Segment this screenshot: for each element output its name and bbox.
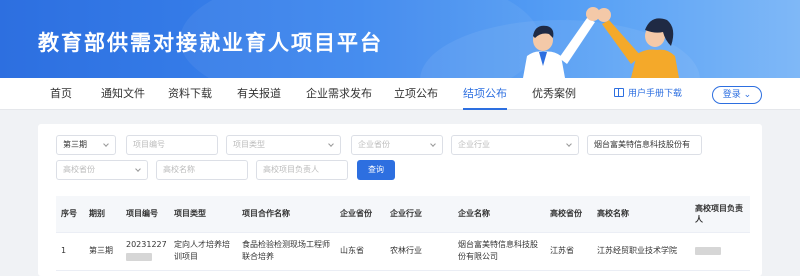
- chevron-down-icon: [566, 141, 572, 147]
- cell-company-name: 烟台富美特信息科技股份有限公司: [453, 232, 545, 271]
- results-table: 序号 期别 项目编号 项目类型 项目合作名称 企业省份 企业行业 企业名称 高校…: [56, 196, 750, 271]
- cell-index: 1: [56, 232, 84, 271]
- column-header: 企业行业: [385, 196, 453, 233]
- project-number-text: 20231227: [126, 240, 167, 249]
- login-button[interactable]: 登录 ⌄: [712, 86, 762, 104]
- company-province-select[interactable]: 企业省份: [351, 135, 443, 155]
- high-five-illustration: [523, 7, 679, 78]
- nav-enterprise-demand[interactable]: 企业需求发布: [306, 78, 372, 110]
- manual-download-link[interactable]: 用户手册下载: [614, 78, 682, 110]
- cell-period: 第三期: [84, 232, 121, 271]
- school-province-select[interactable]: 高校省份: [56, 160, 148, 180]
- school-name-input[interactable]: 高校名称: [156, 160, 248, 180]
- school-name-placeholder: 高校名称: [163, 165, 195, 174]
- nav-approval-announcement[interactable]: 立项公布: [394, 78, 438, 110]
- table-header-row: 序号 期别 项目编号 项目类型 项目合作名称 企业省份 企业行业 企业名称 高校…: [56, 196, 750, 233]
- column-header: 企业名称: [453, 196, 545, 233]
- main-navigation: 首页 通知文件 资料下载 有关报道 企业需求发布 立项公布 结项公布 优秀案例 …: [0, 78, 800, 110]
- column-header: 项目编号: [121, 196, 169, 233]
- company-industry-placeholder: 企业行业: [458, 140, 490, 149]
- project-type-placeholder: 项目类型: [233, 140, 265, 149]
- cell-company-province: 山东省: [335, 232, 385, 271]
- manual-download-label: 用户手册下载: [628, 89, 683, 99]
- redacted-text: [695, 246, 721, 255]
- column-header: 期别: [84, 196, 121, 233]
- column-header: 序号: [56, 196, 84, 233]
- nav-downloads[interactable]: 资料下载: [168, 78, 212, 110]
- cell-company-industry: 农林行业: [385, 232, 453, 271]
- company-name-value: 烟台富美特信息科技股份有: [594, 140, 690, 149]
- period-select[interactable]: 第三期: [56, 135, 116, 155]
- project-number-input[interactable]: 项目编号: [126, 135, 218, 155]
- school-owner-placeholder: 高校项目负责人: [263, 165, 319, 174]
- company-industry-select[interactable]: 企业行业: [451, 135, 579, 155]
- cell-project-name: 食品检验检测现场工程师联合培养: [237, 232, 335, 271]
- query-button[interactable]: 查询: [357, 160, 395, 180]
- cell-school-owner: [690, 232, 750, 271]
- nav-home[interactable]: 首页: [50, 78, 72, 110]
- column-header: 高校项目负责人: [690, 196, 750, 233]
- nav-reports[interactable]: 有关报道: [237, 78, 281, 110]
- header-banner: 教育部供需对接就业育人项目平台: [0, 0, 800, 78]
- chevron-down-icon: [103, 141, 109, 147]
- chevron-down-icon: [328, 141, 334, 147]
- column-header: 项目类型: [169, 196, 237, 233]
- chevron-down-icon: [430, 141, 436, 147]
- column-header: 项目合作名称: [237, 196, 335, 233]
- period-value: 第三期: [63, 140, 87, 149]
- redacted-text: [126, 252, 152, 261]
- chevron-down-icon: [135, 166, 141, 172]
- login-label: 登录: [722, 90, 741, 100]
- book-icon: [614, 88, 624, 97]
- page-title: 教育部供需对接就业育人项目平台: [38, 31, 383, 55]
- school-owner-input[interactable]: 高校项目负责人: [256, 160, 348, 180]
- nav-completion-announcement[interactable]: 结项公布: [463, 78, 507, 110]
- company-name-input[interactable]: 烟台富美特信息科技股份有: [587, 135, 702, 155]
- column-header: 高校省份: [545, 196, 592, 233]
- cell-project-number: 20231227: [121, 232, 169, 271]
- nav-notices[interactable]: 通知文件: [101, 78, 145, 110]
- project-type-select[interactable]: 项目类型: [226, 135, 341, 155]
- cell-school-name: 江苏经贸职业技术学院: [592, 232, 690, 271]
- cell-school-province: 江苏省: [545, 232, 592, 271]
- company-province-placeholder: 企业省份: [358, 140, 390, 149]
- project-number-placeholder: 项目编号: [133, 140, 165, 149]
- column-header: 企业省份: [335, 196, 385, 233]
- nav-excellent-cases[interactable]: 优秀案例: [532, 78, 576, 110]
- cell-project-type: 定向人才培养培训项目: [169, 232, 237, 271]
- table-row[interactable]: 1 第三期 20231227 定向人才培养培训项目 食品检验检测现场工程师联合培…: [56, 232, 750, 271]
- column-header: 高校名称: [592, 196, 690, 233]
- school-province-placeholder: 高校省份: [63, 165, 95, 174]
